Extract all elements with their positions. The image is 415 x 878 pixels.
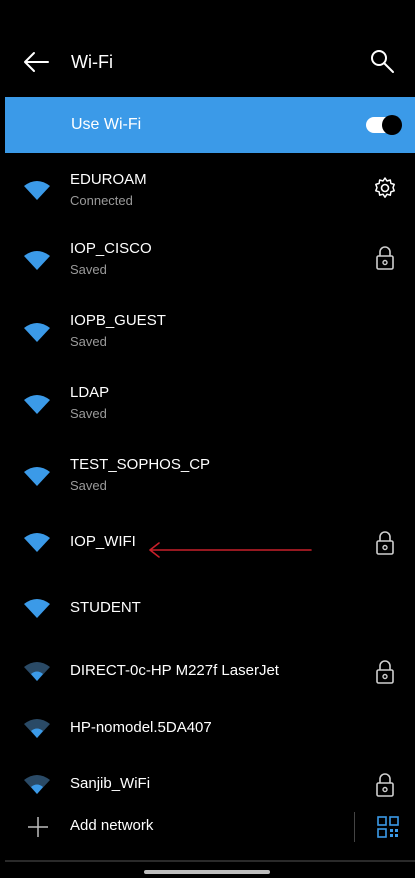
add-network-label: Add network bbox=[70, 817, 154, 834]
network-name: TEST_SOPHOS_CP bbox=[70, 456, 211, 473]
divider bbox=[354, 812, 355, 842]
wifi-network-row[interactable]: EDUROAM Connected bbox=[0, 153, 415, 222]
network-name: IOPB_GUEST bbox=[70, 312, 166, 329]
wifi-signal-icon bbox=[24, 599, 50, 618]
lock-icon bbox=[376, 660, 394, 684]
wifi-signal-icon bbox=[24, 323, 50, 342]
back-arrow-icon[interactable] bbox=[22, 50, 50, 74]
network-name: Sanjib_WiFi bbox=[70, 775, 151, 792]
wifi-network-row[interactable]: LDAP Saved bbox=[0, 366, 415, 438]
bottom-divider bbox=[5, 860, 415, 862]
wifi-signal-icon bbox=[24, 662, 50, 681]
gear-icon[interactable] bbox=[373, 174, 397, 202]
wifi-network-row[interactable]: IOP_CISCO Saved bbox=[0, 222, 415, 294]
network-name: IOP_CISCO bbox=[70, 240, 152, 257]
wifi-signal-icon bbox=[24, 251, 50, 270]
wifi-network-row[interactable]: DIRECT-0c-HP M227f LaserJet bbox=[0, 642, 415, 702]
network-name: LDAP bbox=[70, 384, 110, 401]
page-title: Wi-Fi bbox=[71, 52, 113, 72]
add-network-row[interactable]: Add network bbox=[0, 800, 415, 854]
network-name: IOP_WIFI bbox=[70, 533, 136, 550]
plus-icon bbox=[28, 817, 48, 837]
use-wifi-label: Use Wi-Fi bbox=[71, 116, 142, 133]
use-wifi-row[interactable]: Use Wi-Fi bbox=[5, 97, 415, 153]
status-bar bbox=[0, 0, 415, 30]
app-bar: Wi-Fi bbox=[0, 30, 415, 96]
wifi-signal-icon bbox=[24, 533, 50, 552]
network-name: HP-nomodel.5DA407 bbox=[70, 719, 212, 736]
wifi-network-list: EDUROAM Connected IOP_CISCO Saved IOPB_GUEST… bbox=[0, 153, 415, 814]
wifi-network-row[interactable]: TEST_SOPHOS_CP Saved bbox=[0, 438, 415, 510]
wifi-network-row[interactable]: IOPB_GUEST Saved bbox=[0, 294, 415, 366]
wifi-signal-icon bbox=[24, 181, 50, 200]
red-arrow-annotation bbox=[149, 542, 312, 558]
lock-icon bbox=[376, 531, 394, 555]
network-status: Saved bbox=[70, 262, 107, 277]
qr-code-icon[interactable] bbox=[377, 816, 399, 838]
lock-icon bbox=[376, 246, 394, 270]
wifi-network-row[interactable]: HP-nomodel.5DA407 bbox=[0, 702, 415, 756]
wifi-signal-icon bbox=[24, 467, 50, 486]
home-indicator[interactable] bbox=[144, 870, 270, 874]
wifi-network-row[interactable]: STUDENT bbox=[0, 576, 415, 642]
wifi-signal-icon bbox=[24, 395, 50, 414]
network-name: STUDENT bbox=[70, 599, 141, 616]
network-status: Saved bbox=[70, 406, 107, 421]
network-name: EDUROAM bbox=[70, 171, 147, 188]
lock-icon bbox=[376, 773, 394, 797]
wifi-signal-icon bbox=[24, 719, 50, 738]
search-icon[interactable] bbox=[369, 48, 395, 74]
network-name: DIRECT-0c-HP M227f LaserJet bbox=[70, 662, 279, 679]
wifi-signal-icon bbox=[24, 775, 50, 794]
network-status: Connected bbox=[70, 193, 133, 208]
network-status: Saved bbox=[70, 334, 107, 349]
network-status: Saved bbox=[70, 478, 107, 493]
wifi-toggle[interactable] bbox=[366, 115, 402, 135]
